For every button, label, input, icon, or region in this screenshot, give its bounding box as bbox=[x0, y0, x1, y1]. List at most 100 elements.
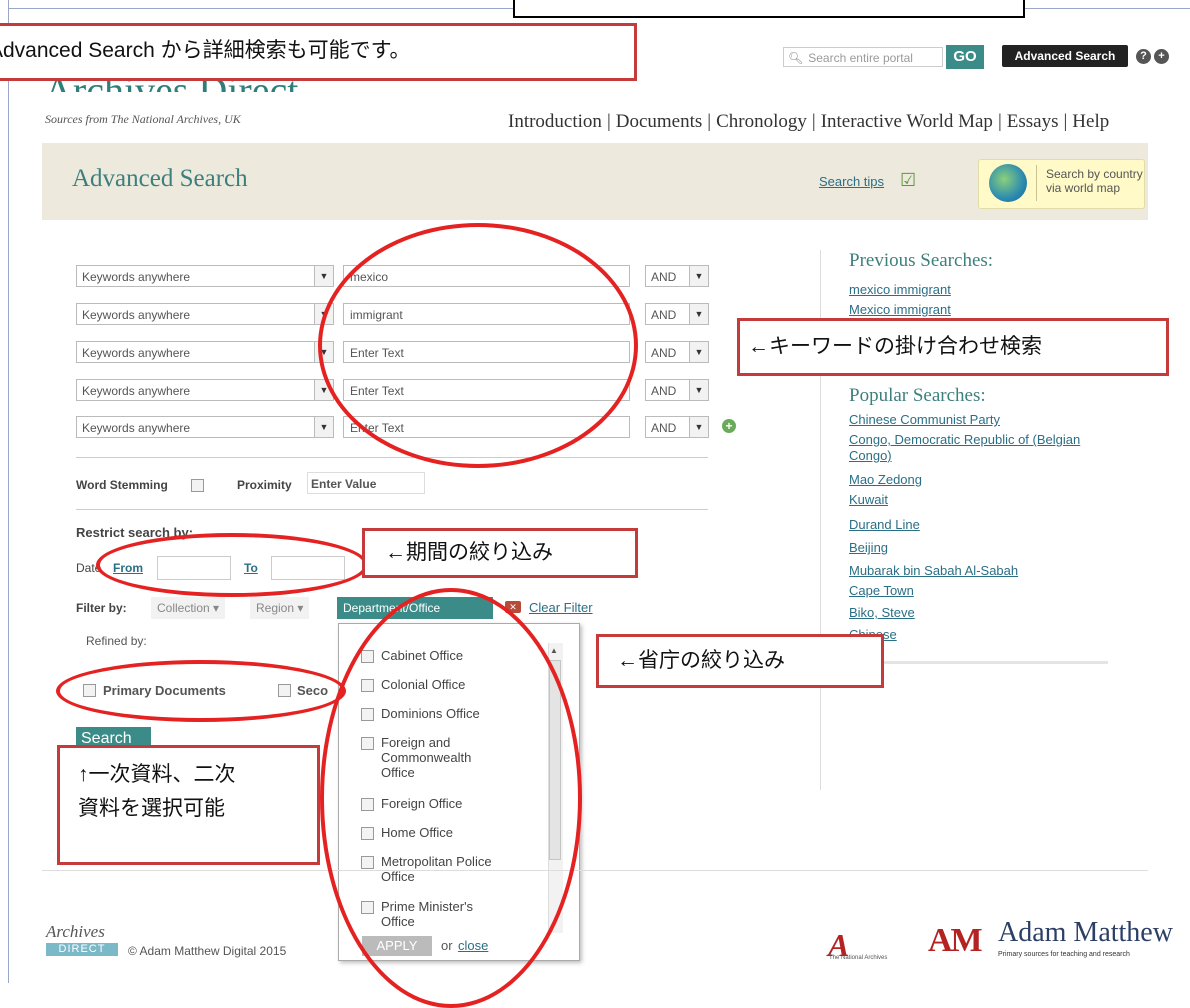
keyword-field-value: Keywords anywhere bbox=[82, 421, 191, 435]
footer-logo-direct: DIRECT bbox=[46, 943, 118, 956]
previous-search-link[interactable]: mexico immigrant bbox=[849, 282, 951, 298]
boolean-operator-select[interactable]: AND ▼ bbox=[645, 379, 709, 401]
chevron-down-icon: ▼ bbox=[689, 342, 708, 362]
boolean-operator-select[interactable]: AND ▼ bbox=[645, 341, 709, 363]
annotation-period-text: ←期間の絞り込み bbox=[385, 541, 553, 564]
annotation-primary: ↑一次資料、二次 資料を選択可能 bbox=[57, 745, 320, 865]
keyword-highlight-ellipse bbox=[318, 223, 638, 468]
keyword-field-value: Keywords anywhere bbox=[82, 384, 191, 398]
filter-label: Filter by: bbox=[76, 601, 127, 615]
keyword-field-value: Keywords anywhere bbox=[82, 270, 191, 284]
divider bbox=[76, 457, 708, 458]
keyword-field-value: Keywords anywhere bbox=[82, 308, 191, 322]
keyword-field-select[interactable]: Keywords anywhere ▼ bbox=[76, 341, 334, 363]
help-icon[interactable]: ? bbox=[1136, 49, 1151, 64]
divider bbox=[76, 509, 708, 510]
world-map-line2: via world map bbox=[1046, 181, 1121, 195]
nav-interactive-world-map[interactable]: Interactive World Map bbox=[821, 111, 993, 132]
popular-search-link[interactable]: Kuwait bbox=[849, 492, 888, 508]
site-subtitle: Sources from The National Archives, UK bbox=[45, 112, 241, 126]
adam-matthew-mark: AM bbox=[928, 922, 983, 959]
keyword-field-select[interactable]: Keywords anywhere ▼ bbox=[76, 416, 334, 438]
doctype-highlight-ellipse bbox=[56, 660, 346, 722]
go-button[interactable]: GO bbox=[946, 45, 984, 69]
annotation-keywords: ←キーワードの掛け合わせ検索 bbox=[737, 318, 1169, 376]
portal-search-placeholder: Search entire portal bbox=[808, 51, 913, 65]
popular-search-link[interactable]: Mubarak bin Sabah Al-Sabah bbox=[849, 563, 1018, 579]
chevron-down-icon: ▼ bbox=[689, 266, 708, 286]
boolean-operator-value: AND bbox=[651, 421, 677, 435]
chevron-down-icon: ▼ bbox=[314, 266, 333, 286]
boolean-operator-select[interactable]: AND ▼ bbox=[645, 303, 709, 325]
word-stemming-label: Word Stemming bbox=[76, 478, 168, 492]
footer-divider bbox=[42, 870, 1148, 871]
popular-search-link[interactable]: Congo, Democratic Republic of (Belgian C… bbox=[849, 432, 1109, 464]
scroll-up-icon[interactable]: ▲ bbox=[550, 646, 558, 655]
top-empty-box bbox=[513, 0, 1025, 18]
keyword-field-select[interactable]: Keywords anywhere ▼ bbox=[76, 265, 334, 287]
boolean-operator-value: AND bbox=[651, 308, 677, 322]
world-map-line1: Search by country bbox=[1046, 167, 1143, 181]
nav-essays[interactable]: Essays bbox=[1007, 111, 1059, 132]
nav-documents[interactable]: Documents bbox=[616, 111, 703, 132]
annotation-primary-line1: ↑一次資料、二次 bbox=[78, 763, 236, 786]
filter-tab-collection[interactable]: Collection ▾ bbox=[151, 597, 226, 619]
popular-search-link[interactable]: Chinese Communist Party bbox=[849, 412, 1000, 428]
annotation-advanced-search: Advanced Search から詳細検索も可能です。 bbox=[0, 23, 637, 81]
advanced-search-button[interactable]: Advanced Search bbox=[1002, 45, 1128, 67]
top-navigation: Introduction | Documents | Chronology | Intera… bbox=[508, 111, 1110, 132]
national-archives-caption: The National Archives bbox=[829, 955, 888, 961]
chevron-down-icon: ▼ bbox=[314, 417, 333, 437]
chevron-down-icon: ▼ bbox=[689, 304, 708, 324]
checklist-icon: ☑ bbox=[900, 170, 917, 190]
chevron-down-icon: ▼ bbox=[689, 380, 708, 400]
word-stemming-checkbox[interactable] bbox=[191, 479, 204, 492]
keyword-field-select[interactable]: Keywords anywhere ▼ bbox=[76, 379, 334, 401]
popular-search-link[interactable]: Beijing bbox=[849, 540, 888, 556]
search-tips-link[interactable]: Search tips bbox=[819, 174, 884, 189]
boolean-operator-value: AND bbox=[651, 270, 677, 284]
popular-search-link[interactable]: Durand Line bbox=[849, 517, 920, 533]
globe-icon bbox=[989, 164, 1027, 202]
annotation-advanced-text: Advanced Search から詳細検索も可能です。 bbox=[0, 39, 411, 62]
date-highlight-ellipse bbox=[96, 533, 368, 597]
popular-searches-title: Popular Searches: bbox=[849, 385, 986, 406]
search-icon: 🔍︎ bbox=[788, 51, 804, 65]
keyword-field-select[interactable]: Keywords anywhere ▼ bbox=[76, 303, 334, 325]
add-row-icon[interactable]: + bbox=[722, 419, 736, 433]
annotation-keywords-text: ←キーワードの掛け合わせ検索 bbox=[748, 335, 1042, 358]
portal-search-input[interactable]: 🔍︎ Search entire portal bbox=[783, 47, 943, 67]
adam-matthew-name: Adam Matthew bbox=[998, 917, 1173, 948]
boolean-operator-select[interactable]: AND ▼ bbox=[645, 416, 709, 438]
previous-searches-title: Previous Searches: bbox=[849, 250, 994, 271]
popular-search-link[interactable]: Mao Zedong bbox=[849, 472, 922, 488]
nav-introduction[interactable]: Introduction bbox=[508, 111, 602, 132]
previous-search-link[interactable]: Mexico immigrant bbox=[849, 302, 951, 318]
frame-left-border bbox=[8, 0, 9, 983]
nav-chronology[interactable]: Chronology bbox=[716, 111, 807, 132]
world-map-text: Search by country via world map bbox=[1046, 167, 1143, 195]
filter-tab-region[interactable]: Region ▾ bbox=[250, 597, 310, 619]
department-highlight-ellipse bbox=[320, 588, 582, 1008]
popular-search-link[interactable]: Biko, Steve bbox=[849, 605, 915, 621]
keyword-field-value: Keywords anywhere bbox=[82, 346, 191, 360]
annotation-ministry-text: ←省庁の絞り込み bbox=[617, 649, 785, 672]
boolean-operator-select[interactable]: AND ▼ bbox=[645, 265, 709, 287]
copyright-text: © Adam Matthew Digital 2015 bbox=[128, 944, 287, 958]
refined-by-label: Refined by: bbox=[86, 634, 147, 648]
nav-help[interactable]: Help bbox=[1072, 111, 1109, 132]
plus-icon[interactable]: + bbox=[1154, 49, 1169, 64]
annotation-primary-line2: 資料を選択可能 bbox=[78, 797, 225, 820]
world-map-divider bbox=[1036, 165, 1037, 201]
annotation-period: ←期間の絞り込み bbox=[362, 528, 638, 578]
clear-filter-link[interactable]: Clear Filter bbox=[529, 600, 593, 615]
proximity-input[interactable]: Enter Value bbox=[307, 472, 425, 494]
boolean-operator-value: AND bbox=[651, 384, 677, 398]
page-title: Advanced Search bbox=[72, 165, 248, 192]
footer-logo-archives: Archives bbox=[46, 922, 105, 941]
adam-matthew-tagline: Primary sources for teaching and researc… bbox=[998, 951, 1130, 958]
chevron-down-icon: ▼ bbox=[689, 417, 708, 437]
popular-search-link[interactable]: Cape Town bbox=[849, 583, 914, 599]
proximity-label: Proximity bbox=[237, 478, 292, 492]
annotation-ministry: ←省庁の絞り込み bbox=[596, 634, 884, 688]
